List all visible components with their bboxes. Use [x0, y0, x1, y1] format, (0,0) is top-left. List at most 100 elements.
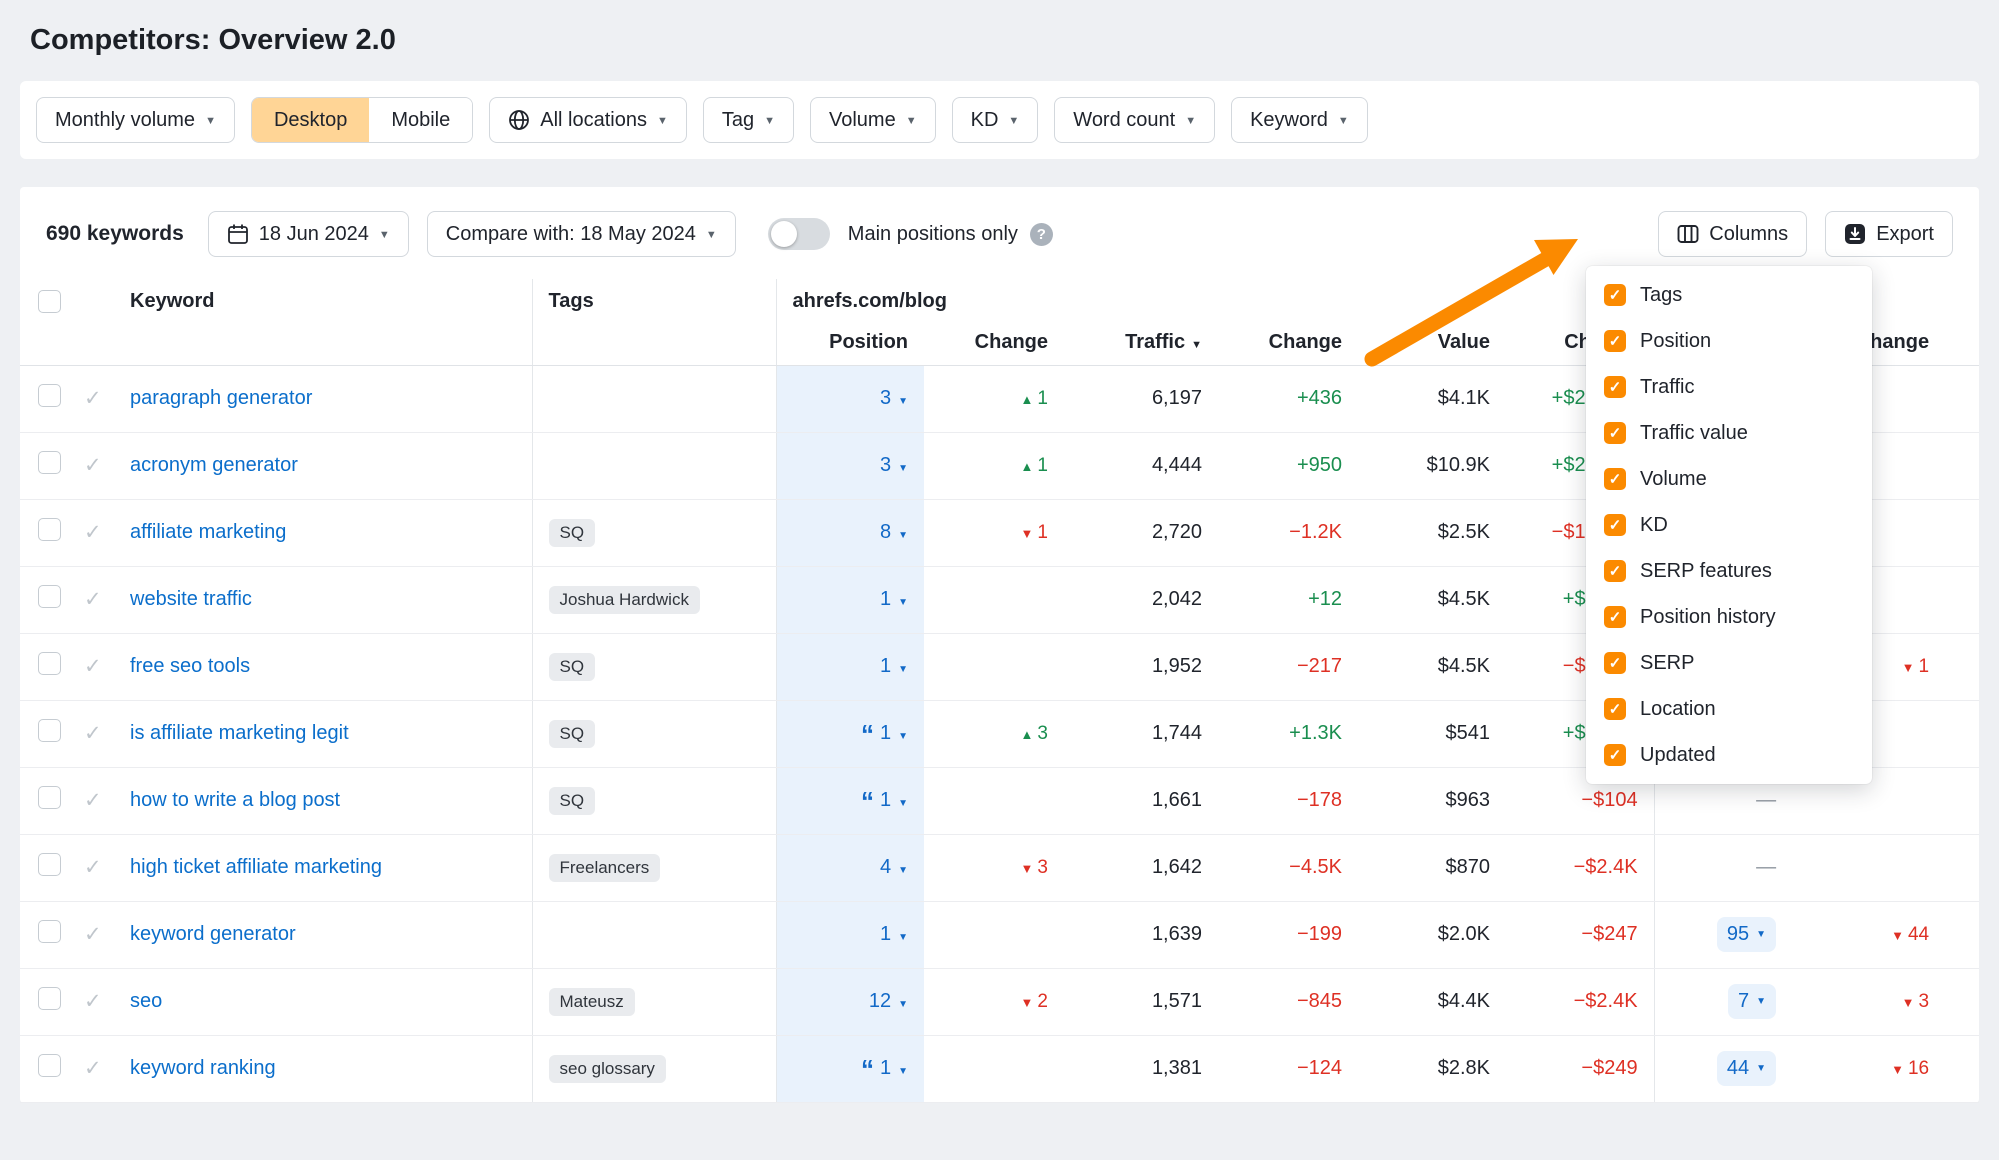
monthly-volume-filter[interactable]: Monthly volume ▼ [36, 97, 235, 143]
keyword-cell: high ticket affiliate marketing [114, 834, 532, 902]
compare-date-button[interactable]: Compare with: 18 May 2024 ▼ [426, 211, 736, 257]
columns-menu-item[interactable]: ✓ KD [1586, 502, 1872, 548]
checkbox-checked-icon[interactable]: ✓ [1604, 468, 1626, 490]
columns-menu-item-label: Position history [1640, 605, 1776, 628]
keyword-link[interactable]: keyword generator [130, 923, 296, 945]
col-header-value[interactable]: Value [1358, 323, 1506, 366]
checkbox-checked-icon[interactable]: ✓ [1604, 376, 1626, 398]
columns-menu-item[interactable]: ✓ Updated [1586, 732, 1872, 778]
table-row: ✓ seo Mateusz 12 ▼ ▼ 2 1,571 −845 $4.4K −$2.4K 7 ▼ ▼ 3 [20, 968, 1980, 1036]
tags-cell [531, 365, 776, 433]
kd-filter[interactable]: KD ▼ [951, 97, 1039, 143]
position-history-value[interactable]: 95 ▼ [1716, 917, 1777, 952]
device-desktop-button[interactable]: Desktop [251, 98, 370, 142]
keyword-link[interactable]: free seo tools [130, 655, 250, 677]
col-header-traffic[interactable]: Traffic ▼ [1064, 323, 1218, 366]
position-cell[interactable]: “1 ▼ [775, 700, 924, 768]
position-cell[interactable]: 3 ▼ [775, 432, 924, 500]
keyword-link[interactable]: how to write a blog post [130, 789, 340, 811]
position-cell[interactable]: 1 ▼ [775, 566, 924, 634]
traffic-cell: 2,720 [1064, 499, 1218, 567]
keyword-cell: affiliate marketing [114, 499, 532, 567]
export-button[interactable]: Export [1825, 211, 1953, 257]
keyword-link[interactable]: acronym generator [130, 454, 298, 476]
keyword-link[interactable]: is affiliate marketing legit [130, 722, 349, 744]
tag-filter[interactable]: Tag ▼ [702, 97, 794, 143]
position-value: 1 [879, 1057, 892, 1079]
columns-menu-item[interactable]: ✓ Traffic value [1586, 410, 1872, 456]
keyword-filter[interactable]: Keyword ▼ [1231, 97, 1368, 143]
help-icon[interactable]: ? [1029, 222, 1053, 246]
position-cell[interactable]: “1 ▼ [775, 1035, 924, 1103]
keyword-link[interactable]: high ticket affiliate marketing [130, 856, 382, 878]
col-header-tags[interactable]: Tags [531, 279, 776, 366]
row-checkbox[interactable] [38, 987, 61, 1010]
columns-button[interactable]: Columns [1658, 211, 1808, 257]
position-cell[interactable]: 4 ▼ [775, 834, 924, 902]
row-checkbox[interactable] [38, 786, 61, 809]
checkbox-checked-icon[interactable]: ✓ [1604, 422, 1626, 444]
row-checkbox[interactable] [38, 719, 61, 742]
position-cell[interactable]: 3 ▼ [775, 365, 924, 433]
date-picker-button[interactable]: 18 Jun 2024 ▼ [207, 211, 409, 257]
position-cell[interactable]: 1 ▼ [775, 633, 924, 701]
select-all-checkbox[interactable] [38, 290, 61, 313]
row-checkbox[interactable] [38, 384, 61, 407]
row-checkbox[interactable] [38, 853, 61, 876]
columns-menu-item[interactable]: ✓ SERP features [1586, 548, 1872, 594]
columns-dropdown: ✓ Tags ✓ Position ✓ Traffic ✓ Traffic value ✓ Vol… [1586, 266, 1872, 784]
keyword-link[interactable]: keyword ranking [130, 1057, 276, 1079]
checkbox-checked-icon[interactable]: ✓ [1604, 744, 1626, 766]
columns-menu-item[interactable]: ✓ Volume [1586, 456, 1872, 502]
main-positions-toggle[interactable] [767, 218, 830, 250]
device-mobile-button[interactable]: Mobile [369, 98, 473, 142]
columns-menu-item[interactable]: ✓ Tags [1586, 272, 1872, 318]
columns-menu-item[interactable]: ✓ Traffic [1586, 364, 1872, 410]
row-checkbox[interactable] [38, 1054, 61, 1077]
checkbox-checked-icon[interactable]: ✓ [1604, 330, 1626, 352]
row-checkbox[interactable] [38, 518, 61, 541]
col-header-keyword[interactable]: Keyword [114, 279, 532, 366]
columns-menu-item[interactable]: ✓ Location [1586, 686, 1872, 732]
position-history-value[interactable]: 44 ▼ [1716, 1051, 1777, 1086]
position-cell[interactable]: 12 ▼ [775, 968, 924, 1036]
checkbox-checked-icon[interactable]: ✓ [1604, 514, 1626, 536]
keyword-link[interactable]: seo [130, 990, 162, 1012]
keyword-link[interactable]: paragraph generator [130, 387, 312, 409]
columns-menu-item[interactable]: ✓ SERP [1586, 640, 1872, 686]
row-checkbox[interactable] [38, 652, 61, 675]
traffic-change-cell: −178 [1218, 767, 1358, 835]
columns-menu-item[interactable]: ✓ Position history [1586, 594, 1872, 640]
col-header-position-change[interactable]: Change [924, 323, 1064, 366]
keyword-link[interactable]: website traffic [130, 588, 252, 610]
keyword-cell: how to write a blog post [114, 767, 532, 835]
keyword-link[interactable]: affiliate marketing [130, 521, 286, 543]
position-cell[interactable]: 8 ▼ [775, 499, 924, 567]
checkbox-checked-icon[interactable]: ✓ [1604, 560, 1626, 582]
checkbox-checked-icon[interactable]: ✓ [1604, 284, 1626, 306]
columns-menu-item[interactable]: ✓ Position [1586, 318, 1872, 364]
triangle-down-icon: ▼ [1891, 1062, 1904, 1077]
locations-filter[interactable]: All locations ▼ [489, 97, 687, 143]
row-checkbox[interactable] [38, 920, 61, 943]
position-cell[interactable]: “1 ▼ [775, 767, 924, 835]
col-header-position[interactable]: Position [775, 323, 924, 366]
position-history-cell: 7 ▼ [1653, 968, 1821, 1036]
columns-menu-item-label: SERP [1640, 651, 1695, 674]
row-checkbox[interactable] [38, 451, 61, 474]
position-history-cell: 95 ▼ [1653, 901, 1821, 969]
position-history-value[interactable]: 7 ▼ [1728, 984, 1777, 1019]
far-change-value: ▼ 1 [1901, 656, 1930, 677]
position-cell[interactable]: 1 ▼ [775, 901, 924, 969]
col-header-traffic-change[interactable]: Change [1218, 323, 1358, 366]
value-change-cell: −$2.4K [1506, 834, 1655, 902]
position-change-cell [924, 633, 1064, 701]
checkbox-checked-icon[interactable]: ✓ [1604, 652, 1626, 674]
word-count-filter[interactable]: Word count ▼ [1054, 97, 1216, 143]
checkbox-checked-icon[interactable]: ✓ [1604, 606, 1626, 628]
row-checkbox[interactable] [38, 585, 61, 608]
volume-filter[interactable]: Volume ▼ [810, 97, 936, 143]
checkbox-checked-icon[interactable]: ✓ [1604, 698, 1626, 720]
filter-bar: Monthly volume ▼ Desktop Mobile All loca… [20, 81, 1979, 159]
device-segmented-control: Desktop Mobile [250, 97, 474, 143]
